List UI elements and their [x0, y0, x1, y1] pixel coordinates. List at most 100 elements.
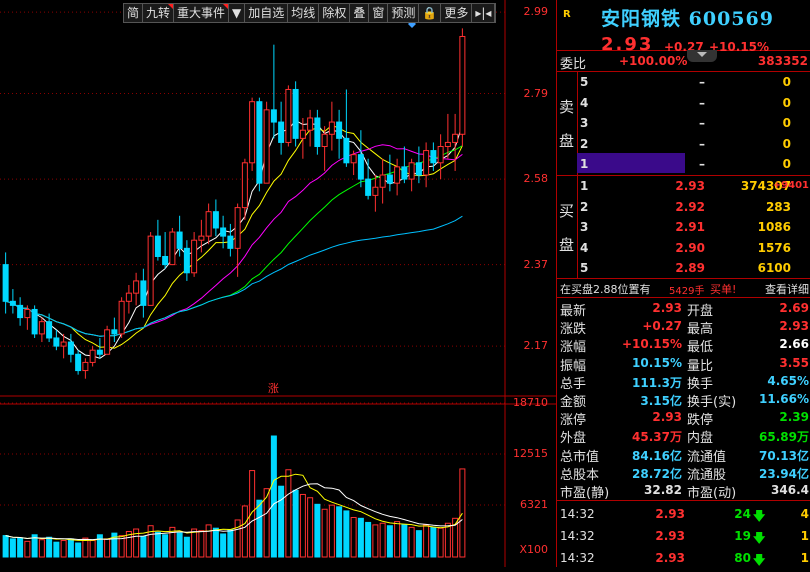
- candlestick[interactable]: [183, 240, 190, 281]
- candlestick[interactable]: [31, 305, 38, 338]
- buy-level-row[interactable]: 2 2.92 283: [577, 197, 810, 217]
- quote-value: +10.15%: [621, 337, 682, 352]
- quote-label: 金额: [560, 395, 587, 410]
- candlestick[interactable]: [2, 252, 9, 314]
- quote-value: 23.94亿: [759, 466, 809, 481]
- candlestick[interactable]: [227, 223, 234, 257]
- buy-level-row[interactable]: 1 2.93 374307 +9401: [577, 176, 810, 196]
- toolbar-overlay-button[interactable]: 叠: [350, 4, 370, 22]
- kline-chart[interactable]: 涨: [0, 0, 556, 567]
- sell-level: 5: [580, 75, 589, 89]
- toolbar-add-watchlist-button[interactable]: 加自选: [245, 4, 289, 22]
- toolbar-forecast-button[interactable]: 预测: [388, 4, 420, 22]
- candlestick[interactable]: [191, 232, 198, 277]
- candlestick[interactable]: [162, 232, 169, 269]
- buy-level-row[interactable]: 4 2.90 1576: [577, 238, 810, 258]
- candlestick[interactable]: [249, 97, 256, 171]
- candlestick[interactable]: [147, 232, 154, 306]
- toolbar-events-dropdown-button[interactable]: ▼: [229, 4, 246, 22]
- candlestick[interactable]: [140, 268, 147, 318]
- candlestick[interactable]: [365, 158, 372, 200]
- quote-item: 振幅 10.15%: [557, 354, 684, 374]
- sell-level-row[interactable]: 5 – 0: [577, 72, 810, 92]
- candlestick[interactable]: [234, 203, 241, 277]
- toolbar-lock-icon[interactable]: 🔒: [419, 4, 442, 22]
- candlestick[interactable]: [379, 158, 386, 204]
- candlestick[interactable]: [205, 203, 212, 245]
- toolbar-jiuzhuan-button[interactable]: 九转: [143, 4, 175, 22]
- candlestick[interactable]: [111, 317, 118, 343]
- volume-bar: [357, 517, 364, 558]
- candlestick[interactable]: [38, 317, 45, 343]
- candlestick[interactable]: [133, 272, 140, 306]
- candlestick[interactable]: [67, 333, 74, 363]
- candlestick[interactable]: [278, 101, 285, 155]
- candlestick[interactable]: [437, 134, 444, 180]
- candlestick[interactable]: [372, 175, 379, 212]
- candlestick[interactable]: [154, 219, 161, 261]
- chart-toolbar: 简九转 重大事件 ▼ 加自选 均线 除权叠窗预测 🔒 更多 ▸|◂: [123, 3, 497, 23]
- candlestick[interactable]: [212, 199, 219, 237]
- quote-value: 2.66: [779, 337, 809, 352]
- sell-level-row[interactable]: 1 – 0: [577, 154, 810, 174]
- candlestick[interactable]: [263, 101, 270, 184]
- quote-label: 最高: [687, 322, 714, 338]
- candlestick[interactable]: [343, 89, 350, 167]
- quote-value: 2.69: [779, 301, 809, 315]
- toolbar-collapse-icon[interactable]: ▸|◂: [472, 4, 496, 22]
- candlestick[interactable]: [415, 146, 422, 184]
- candlestick[interactable]: [53, 329, 60, 351]
- candlestick[interactable]: [314, 109, 321, 155]
- view-detail-link[interactable]: 查看详细: [765, 281, 809, 297]
- candlestick[interactable]: [270, 44, 277, 139]
- weibi-diff: 383352: [757, 54, 808, 68]
- candlestick[interactable]: [408, 158, 415, 192]
- candlestick[interactable]: [459, 28, 466, 147]
- sell-level-row[interactable]: 4 – 0: [577, 93, 810, 113]
- candlestick[interactable]: [336, 109, 343, 159]
- candlestick[interactable]: [452, 113, 459, 171]
- candlestick[interactable]: [118, 297, 125, 338]
- candlestick[interactable]: [292, 81, 299, 147]
- candlestick[interactable]: [169, 227, 176, 266]
- sell-level-row[interactable]: 3 – 0: [577, 113, 810, 133]
- candlestick[interactable]: [17, 297, 24, 326]
- candlestick[interactable]: [104, 325, 111, 355]
- candlestick[interactable]: [285, 85, 292, 147]
- toolbar-moving-average-button[interactable]: 均线: [288, 4, 320, 22]
- candlestick[interactable]: [24, 305, 31, 330]
- candlestick[interactable]: [307, 109, 314, 147]
- kline-chart-area[interactable]: 涨 2.99 2.79 2.58 2.37 2.17 18710 12515 6321 X100…: [0, 0, 556, 567]
- buy-level-row[interactable]: 3 2.91 1086: [577, 217, 810, 237]
- volume-bar: [241, 505, 248, 558]
- toolbar-simplified-button[interactable]: 简: [124, 4, 144, 22]
- toolbar-major-events-button[interactable]: 重大事件: [174, 4, 230, 22]
- candlestick[interactable]: [125, 285, 132, 314]
- candlestick[interactable]: [256, 97, 263, 192]
- candlestick[interactable]: [220, 215, 227, 249]
- candlestick[interactable]: [357, 130, 364, 188]
- volume-bar: [278, 485, 285, 558]
- stock-name[interactable]: 安阳钢铁 600569: [601, 4, 774, 31]
- candlestick[interactable]: [9, 289, 16, 314]
- toolbar-ex-rights-button[interactable]: 除权: [319, 4, 351, 22]
- candlestick[interactable]: [423, 142, 430, 188]
- buy-price: 2.89: [675, 261, 705, 275]
- candlestick[interactable]: [82, 358, 89, 379]
- quote-label: 流通股: [687, 467, 727, 483]
- candlestick[interactable]: [350, 150, 357, 176]
- candlestick[interactable]: [75, 350, 82, 375]
- volume-bar: [205, 524, 212, 558]
- candlestick[interactable]: [401, 146, 408, 184]
- candlestick[interactable]: [96, 337, 103, 359]
- candlestick[interactable]: [89, 346, 96, 367]
- chevron-down-icon[interactable]: [687, 50, 717, 62]
- buy-level-row[interactable]: 5 2.89 6100: [577, 258, 810, 278]
- quote-label: 跌停: [687, 413, 714, 429]
- toolbar-window-button[interactable]: 窗: [369, 4, 389, 22]
- sell-level-row[interactable]: 2 – 0: [577, 134, 810, 154]
- volume-bar: [430, 526, 437, 558]
- toolbar-more-button[interactable]: 更多: [441, 4, 473, 22]
- candlestick[interactable]: [394, 158, 401, 196]
- candlestick[interactable]: [328, 101, 335, 151]
